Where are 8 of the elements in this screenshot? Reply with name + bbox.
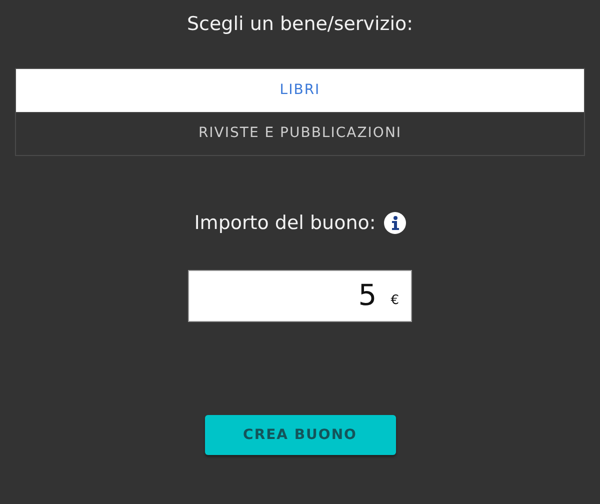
create-voucher-button[interactable]: CREA BUONO: [204, 415, 396, 455]
currency-symbol: €: [390, 292, 399, 310]
amount-input[interactable]: 5: [226, 274, 377, 318]
amount-label: Importo del buono:: [194, 210, 376, 236]
option-item[interactable]: LIBRI: [16, 68, 584, 112]
amount-field[interactable]: 5 €: [188, 270, 412, 322]
section-heading: Scegli un bene/servizio:: [186, 12, 414, 37]
info-icon[interactable]: [384, 212, 406, 234]
